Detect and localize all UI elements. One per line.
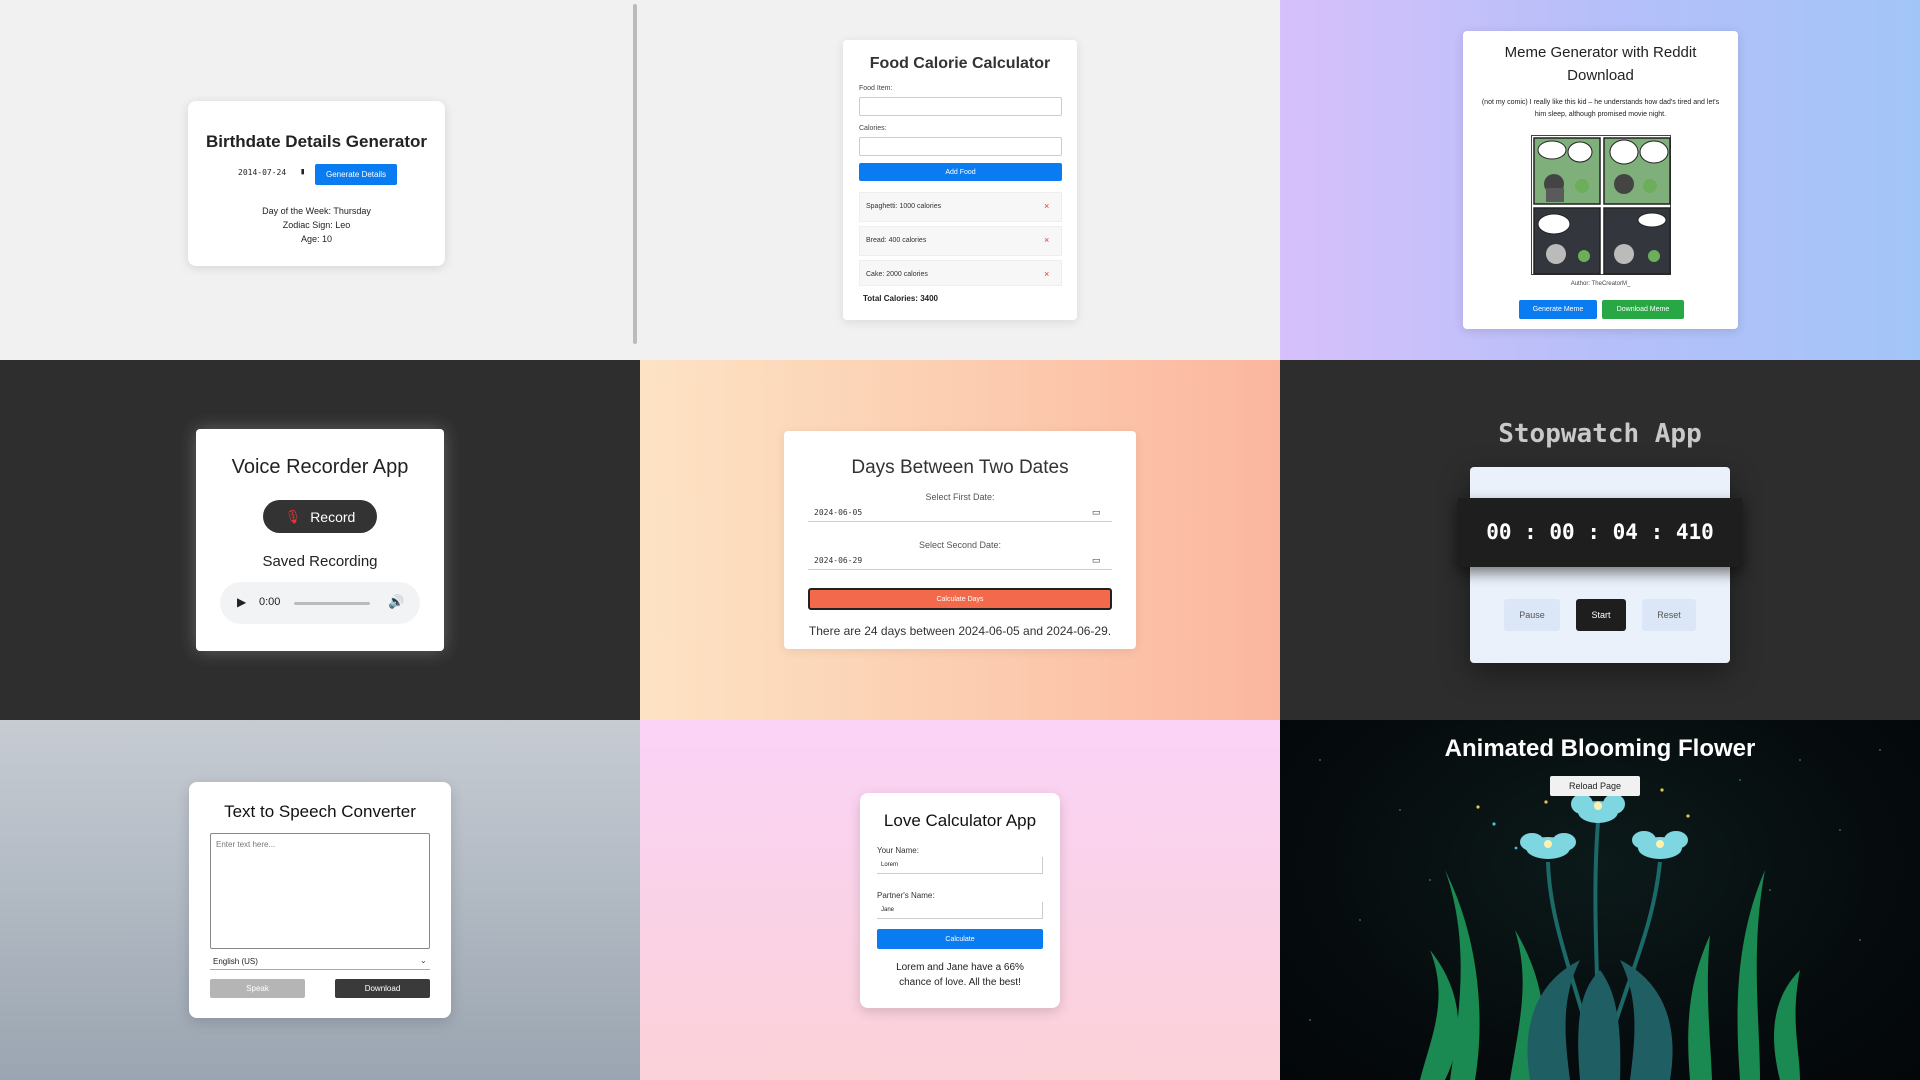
food-list-item: Cake: 2000 calories × <box>859 260 1062 286</box>
stopwatch-tile: Stopwatch App 00 : 00 : 04 : 410 Pause S… <box>1280 360 1920 720</box>
record-label: Record <box>310 508 356 525</box>
calendar-icon[interactable]: ▭ <box>1092 507 1101 518</box>
page-title: Text to Speech Converter <box>224 802 416 821</box>
food-item-input[interactable] <box>859 97 1062 116</box>
volume-icon[interactable]: 🔊 <box>388 594 404 610</box>
partner-name-value: Jane <box>881 907 895 913</box>
flower-illustration <box>1309 749 1881 1080</box>
audio-progress-track[interactable] <box>294 602 370 605</box>
calorie-tile: Food Calorie Calculator Food Item: Calor… <box>640 0 1280 360</box>
birthdate-tile: Birthdate Details Generator 2014-07-24 ▮… <box>0 0 640 360</box>
remove-item-icon[interactable]: × <box>1044 201 1049 211</box>
page-title: Food Calorie Calculator <box>869 55 1051 72</box>
age-text: Age: 10 <box>300 234 333 244</box>
second-date-input[interactable]: 2024-06-29 ▭ <box>808 552 1112 570</box>
days-result-text: There are 24 days between 2024-06-05 and… <box>808 624 1112 638</box>
calculate-days-button[interactable]: Calculate Days <box>808 588 1112 610</box>
food-item-text: Bread: 400 calories <box>866 237 927 244</box>
love-tile: Love Calculator App Your Name: Lorem Par… <box>640 720 1280 1080</box>
language-value: English (US) <box>213 957 258 966</box>
generate-details-button[interactable]: Generate Details <box>315 164 397 185</box>
love-card: Love Calculator App Your Name: Lorem Par… <box>860 793 1060 1008</box>
calculate-love-button[interactable]: Calculate <box>877 929 1043 949</box>
speak-button[interactable]: Speak <box>210 979 305 998</box>
birth-date-value: 2014-07-24 <box>238 168 287 177</box>
reset-button[interactable]: Reset <box>1642 599 1696 631</box>
page-title: Voice Recorder App <box>231 456 409 478</box>
voice-tile: Voice Recorder App 🎙 Record Saved Record… <box>0 360 640 720</box>
food-list-item: Spaghetti: 1000 calories × <box>859 192 1062 222</box>
scrollbar[interactable] <box>633 4 637 344</box>
audio-player[interactable]: ▶ 0:00 🔊 <box>220 582 420 624</box>
add-food-button[interactable]: Add Food <box>859 163 1062 181</box>
play-icon[interactable]: ▶ <box>237 595 246 609</box>
page-title: Birthdate Details Generator <box>205 132 428 151</box>
food-item-label: Food Item: <box>859 85 893 92</box>
remove-item-icon[interactable]: × <box>1044 235 1049 245</box>
second-date-label: Select Second Date: <box>918 540 1002 550</box>
microphone-icon: 🎙 <box>284 508 302 524</box>
text-input-area[interactable]: Enter text here... <box>210 833 430 949</box>
page-title: Meme Generator with Reddit Download <box>1504 44 1697 84</box>
food-list-item: Bread: 400 calories × <box>859 226 1062 256</box>
tts-card: Text to Speech Converter Enter text here… <box>189 782 451 1018</box>
food-item-text: Cake: 2000 calories <box>866 271 928 278</box>
page-title: Days Between Two Dates <box>851 457 1069 478</box>
first-date-label: Select First Date: <box>925 492 995 502</box>
language-select[interactable]: English (US) ⌄ <box>210 954 430 970</box>
your-name-value: Lorem <box>881 862 899 868</box>
meme-caption: (not my comic) I really like this kid – … <box>1481 99 1720 118</box>
page-title: Love Calculator App <box>883 811 1037 830</box>
your-name-input[interactable]: Lorem <box>877 857 1043 874</box>
record-button[interactable]: 🎙 Record <box>263 500 377 533</box>
calorie-card: Food Calorie Calculator Food Item: Calor… <box>843 40 1077 320</box>
love-result-text: Lorem and Jane have a 66% chance of love… <box>896 962 1024 988</box>
calendar-icon[interactable]: ▮ <box>300 167 305 177</box>
days-tile: Days Between Two Dates Select First Date… <box>640 360 1280 720</box>
download-button[interactable]: Download <box>335 979 430 998</box>
second-date-value: 2024-06-29 <box>814 556 863 565</box>
day-of-week-text: Day of the Week: Thursday <box>262 206 371 216</box>
text-input-placeholder: Enter text here... <box>216 840 276 849</box>
first-date-value: 2024-06-05 <box>814 508 863 517</box>
pause-button[interactable]: Pause <box>1504 599 1560 631</box>
app-gallery: Birthdate Details Generator 2014-07-24 ▮… <box>0 0 1920 1080</box>
partner-name-input[interactable]: Jane <box>877 902 1043 919</box>
chevron-down-icon[interactable]: ⌄ <box>420 956 427 965</box>
zodiac-text: Zodiac Sign: Leo <box>282 220 351 230</box>
remove-item-icon[interactable]: × <box>1044 269 1049 279</box>
stopwatch-display: 00 : 00 : 04 : 410 <box>1457 498 1743 567</box>
start-button[interactable]: Start <box>1576 599 1626 631</box>
audio-time: 0:00 <box>259 596 281 608</box>
total-calories-text: Total Calories: 3400 <box>863 294 938 303</box>
calories-label: Calories: <box>859 125 887 132</box>
food-item-text: Spaghetti: 1000 calories <box>866 203 942 210</box>
meme-tile: Meme Generator with Reddit Download (not… <box>1280 0 1920 360</box>
first-date-input[interactable]: 2024-06-05 ▭ <box>808 504 1112 522</box>
days-card: Days Between Two Dates Select First Date… <box>784 431 1136 649</box>
saved-recording-label: Saved Recording <box>262 553 378 570</box>
generate-meme-button[interactable]: Generate Meme <box>1519 300 1597 319</box>
voice-card: Voice Recorder App 🎙 Record Saved Record… <box>196 429 444 651</box>
download-meme-button[interactable]: Download Meme <box>1602 300 1684 319</box>
meme-card: Meme Generator with Reddit Download (not… <box>1463 31 1738 329</box>
your-name-label: Your Name: <box>877 846 919 855</box>
meme-image <box>1531 135 1671 275</box>
page-title: Animated Blooming Flower <box>1444 735 1756 762</box>
tts-tile: Text to Speech Converter Enter text here… <box>0 720 640 1080</box>
flower-tile: Animated Blooming Flower Reload Page <box>1280 720 1920 1080</box>
meme-author: Author: TheCreatorM_ <box>1570 281 1631 287</box>
calendar-icon[interactable]: ▭ <box>1092 555 1101 566</box>
calories-input[interactable] <box>859 137 1062 156</box>
reload-page-button[interactable]: Reload Page <box>1550 776 1640 796</box>
page-title: Stopwatch App <box>1498 419 1702 449</box>
partner-name-label: Partner's Name: <box>877 891 935 900</box>
birthdate-card: Birthdate Details Generator 2014-07-24 ▮… <box>188 101 445 266</box>
birth-date-input[interactable]: 2014-07-24 ▮ <box>238 167 308 182</box>
